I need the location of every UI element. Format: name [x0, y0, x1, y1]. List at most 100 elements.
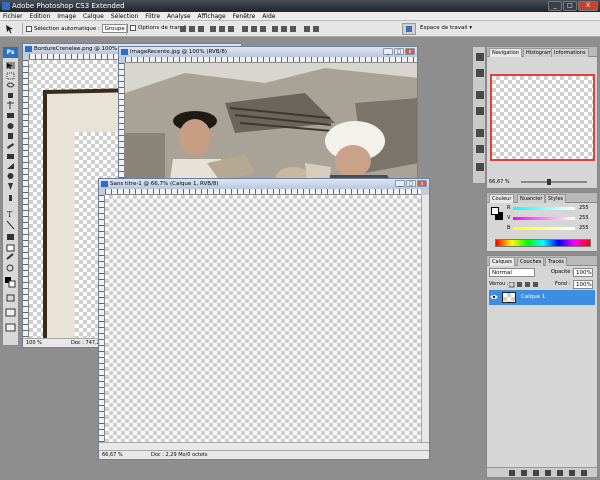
- navigator-preview[interactable]: [490, 74, 595, 161]
- menu-calque[interactable]: Calque: [83, 12, 104, 21]
- layer-name[interactable]: Calque 1: [521, 293, 545, 302]
- document-title: BordureCrenelee.png @ 100% (Ta: [34, 46, 127, 52]
- document-window-image[interactable]: ImageRecente.jpg @ 100% (RVB/8) _ □ x: [118, 46, 418, 186]
- tab-traces[interactable]: Tracés: [545, 257, 567, 266]
- zoom-level[interactable]: 100 %: [26, 339, 42, 347]
- tab-informations[interactable]: Informations: [551, 48, 589, 57]
- document-title-bar[interactable]: Sans titre-1 @ 66,7% (Calque 1, RVB/8) _…: [99, 179, 429, 189]
- canvas[interactable]: [125, 63, 417, 185]
- close-button[interactable]: X: [578, 1, 598, 11]
- tab-couleur[interactable]: Couleur: [489, 194, 515, 203]
- vertical-scrollbar[interactable]: [421, 195, 429, 442]
- menu-aide[interactable]: Aide: [262, 12, 275, 21]
- brushes-panel-icon[interactable]: [476, 107, 484, 115]
- paragraph-panel-icon[interactable]: [476, 145, 484, 153]
- menu-selection[interactable]: Sélection: [111, 12, 139, 21]
- color-spectrum-bar[interactable]: [495, 239, 591, 247]
- options-bar: Sélection automatique : Groupe Options d…: [0, 21, 600, 37]
- channel-r-value[interactable]: 255: [579, 205, 589, 211]
- history-panel-icon[interactable]: [476, 53, 484, 61]
- svg-text:T: T: [7, 210, 13, 219]
- maximize-button[interactable]: □: [563, 1, 577, 11]
- tab-nuancier[interactable]: Nuancier: [517, 194, 546, 203]
- menu-edition[interactable]: Edition: [30, 12, 51, 21]
- align-buttons: [178, 25, 338, 33]
- foreground-color-swatch[interactable]: [491, 207, 499, 215]
- app-title: Adobe Photoshop CS3 Extended: [12, 2, 125, 10]
- channel-v-value[interactable]: 255: [579, 215, 589, 221]
- auto-select-dropdown[interactable]: Groupe: [101, 24, 128, 33]
- channel-v-label: V: [507, 215, 511, 221]
- navigator-zoom-slider[interactable]: [521, 179, 587, 185]
- auto-select-checkbox[interactable]: [26, 25, 32, 32]
- ps-logo: Ps: [3, 47, 18, 58]
- app-title-bar: Adobe Photoshop CS3 Extended _ □ X: [0, 0, 600, 12]
- tab-styles[interactable]: Styles: [545, 194, 567, 203]
- document-window-sans-titre[interactable]: Sans titre-1 @ 66,7% (Calque 1, RVB/8) _…: [98, 178, 430, 460]
- channel-r-label: R: [507, 205, 511, 211]
- workspace-label: Espace de travail: [420, 25, 468, 31]
- menu-affichage[interactable]: Affichage: [197, 12, 225, 21]
- eye-icon[interactable]: [490, 293, 498, 301]
- channel-v-slider[interactable]: [513, 217, 575, 220]
- menu-fenetre[interactable]: Fenêtre: [233, 12, 256, 21]
- layer-comps-icon[interactable]: [476, 163, 484, 171]
- doc-minimize-button[interactable]: _: [383, 48, 393, 55]
- zoom-level[interactable]: 66,67 %: [102, 451, 123, 459]
- navigator-tabs: Navigation Histogramme Informations: [487, 47, 597, 57]
- menu-image[interactable]: Image: [57, 12, 76, 21]
- document-info[interactable]: Doc : 2,29 Mo/0 octets: [151, 451, 207, 459]
- channel-b-label: B: [507, 225, 511, 231]
- doc-maximize-button[interactable]: □: [406, 180, 416, 187]
- tab-couches[interactable]: Couches: [517, 257, 545, 266]
- doc-close-button[interactable]: x: [417, 180, 427, 187]
- tab-calques[interactable]: Calques: [489, 257, 515, 266]
- bridge-button[interactable]: [402, 23, 416, 35]
- document-info[interactable]: Doc : 747,2: [71, 339, 100, 347]
- workspace-control[interactable]: Espace de travail ▾: [420, 24, 472, 33]
- tool-presets-icon[interactable]: [476, 91, 484, 99]
- fill-label: Fond :: [555, 281, 571, 287]
- document-title: ImageRecente.jpg @ 100% (RVB/8): [130, 49, 228, 55]
- move-tool-preset-icon[interactable]: [5, 24, 15, 34]
- document-window-controls: _ □ x: [383, 48, 415, 55]
- channel-b-slider[interactable]: [513, 227, 575, 230]
- horizontal-scrollbar[interactable]: [99, 442, 429, 450]
- auto-select-label: Sélection automatique :: [34, 26, 100, 32]
- actions-panel-icon[interactable]: [476, 69, 484, 77]
- document-icon: [25, 46, 32, 52]
- navigator-zoom-slider-thumb[interactable]: [547, 179, 551, 185]
- blend-mode-dropdown[interactable]: Normal: [489, 268, 535, 277]
- menu-bar: Fichier Edition Image Calque Sélection F…: [0, 12, 600, 21]
- layer-row-calque-1[interactable]: Calque 1: [489, 290, 595, 305]
- collapsed-panel-dock: [472, 46, 486, 184]
- channel-b-value[interactable]: 255: [579, 225, 589, 231]
- transform-options-checkbox[interactable]: [130, 24, 136, 31]
- lock-label: Verrou :: [489, 281, 509, 287]
- menu-analyse[interactable]: Analyse: [167, 12, 191, 21]
- lock-buttons: [508, 281, 545, 288]
- minimize-button[interactable]: _: [548, 1, 562, 11]
- document-title: Sans titre-1 @ 66,7% (Calque 1, RVB/8): [110, 181, 219, 187]
- doc-maximize-button[interactable]: □: [394, 48, 404, 55]
- fill-input[interactable]: 100%: [573, 280, 593, 289]
- document-title-bar[interactable]: ImageRecente.jpg @ 100% (RVB/8) _ □ x: [119, 47, 417, 57]
- channel-r-slider[interactable]: [513, 207, 575, 210]
- photoshop-app-icon: [2, 2, 10, 10]
- navigator-zoom[interactable]: 66,67 %: [489, 179, 510, 185]
- tab-navigation[interactable]: Navigation: [489, 48, 522, 57]
- layer-action-buttons[interactable]: [509, 470, 595, 477]
- color-panel: Couleur Nuancier Styles R 255 V 255 B 25…: [486, 192, 598, 252]
- character-panel-icon[interactable]: [476, 129, 484, 137]
- doc-minimize-button[interactable]: _: [395, 180, 405, 187]
- navigator-panel: Navigation Histogramme Informations 66,6…: [486, 46, 598, 189]
- menu-fichier[interactable]: Fichier: [3, 12, 23, 21]
- tool-icons: T: [5, 62, 16, 332]
- document-status-bar: 66,67 % Doc : 2,29 Mo/0 octets: [99, 450, 429, 459]
- doc-close-button[interactable]: x: [405, 48, 415, 55]
- opacity-input[interactable]: 100%: [573, 268, 593, 277]
- menu-filtre[interactable]: Filtre: [145, 12, 160, 21]
- photo-two-girls: [125, 63, 417, 185]
- layer-thumbnail: [502, 292, 516, 303]
- canvas[interactable]: [105, 195, 421, 442]
